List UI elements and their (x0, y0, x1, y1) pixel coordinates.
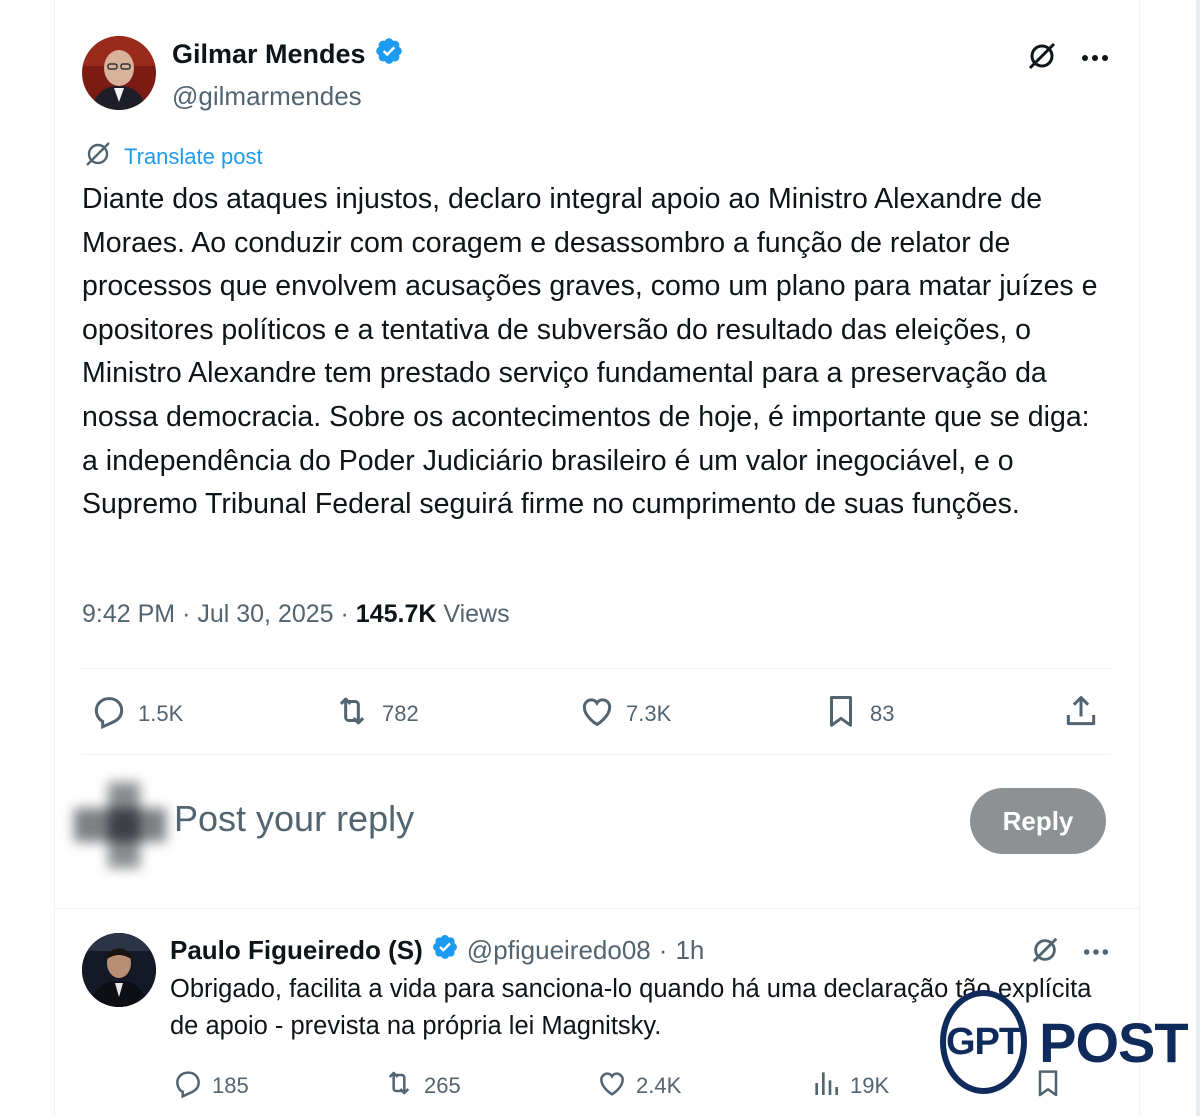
meta-separator: · (340, 600, 356, 628)
post-text: Diante dos ataques injustos, declaro int… (82, 183, 1098, 521)
more-options-icon[interactable] (1082, 944, 1110, 962)
meta-separator: · (182, 600, 198, 628)
views-count: 19K (850, 1073, 890, 1098)
reply-action[interactable]: 185 (172, 1067, 249, 1105)
bookmark-count: 83 (870, 701, 895, 726)
author-name[interactable]: Gilmar Mendes (172, 39, 366, 70)
divider (54, 908, 1140, 909)
grok-icon[interactable] (1026, 40, 1058, 77)
watermark-circle-icon: GPT (940, 990, 1028, 1094)
bookmark-action[interactable]: 83 (822, 692, 894, 736)
reply-author-name[interactable]: Paulo Figueiredo (S) (170, 935, 423, 966)
post-top-actions (1026, 40, 1110, 77)
views-action[interactable]: 19K (810, 1067, 889, 1105)
repost-count: 782 (382, 701, 419, 726)
author-handle[interactable]: @gilmarmendes (172, 81, 404, 112)
divider (82, 754, 1110, 755)
translate-label: Translate post (124, 144, 263, 169)
share-icon (1062, 692, 1100, 736)
repost-action[interactable]: 782 (332, 692, 419, 736)
avatar[interactable] (82, 933, 156, 1007)
heart-icon (578, 692, 616, 736)
reply-composer: Post your reply Reply (70, 780, 1110, 870)
translate-icon (84, 140, 112, 174)
more-options-icon[interactable] (1080, 50, 1110, 68)
reply-count: 1.5K (138, 701, 184, 726)
reply-button[interactable]: Reply (970, 788, 1106, 854)
reply-input[interactable]: Post your reply (174, 798, 414, 840)
post-action-bar: 1.5K 782 7.3K 83 (90, 692, 1110, 736)
analytics-icon (810, 1067, 842, 1105)
grok-icon[interactable] (1030, 935, 1060, 970)
watermark-post: POST (1039, 1010, 1188, 1074)
reply-post-header: Paulo Figueiredo (S) @pfigueiredo08 · 1h (170, 933, 704, 968)
reply-icon (90, 692, 128, 736)
scrollbar-track[interactable] (1196, 0, 1200, 1116)
repost-count: 265 (424, 1073, 461, 1098)
watermark-gpt: GPT (946, 1020, 1022, 1063)
like-action[interactable]: 7.3K (578, 692, 671, 736)
reply-top-actions (1030, 935, 1110, 970)
bookmark-icon (822, 692, 860, 736)
avatar[interactable] (82, 36, 156, 110)
post-date[interactable]: Jul 30, 2025 (197, 600, 333, 628)
reply-icon (172, 1067, 204, 1105)
heart-icon (596, 1067, 628, 1105)
reply-author-handle[interactable]: @pfigueiredo08 (467, 935, 651, 966)
like-count: 7.3K (626, 701, 672, 726)
like-action[interactable]: 2.4K (596, 1067, 681, 1105)
divider (82, 668, 1110, 669)
post-meta: 9:42 PM · Jul 30, 2025 · 145.7K Views (82, 600, 510, 629)
reply-time[interactable]: 1h (675, 935, 704, 966)
post-author: Gilmar Mendes @gilmarmendes (172, 36, 404, 112)
translate-post-link[interactable]: Translate post (84, 140, 263, 174)
share-action[interactable] (1062, 692, 1100, 736)
verified-badge-icon (431, 933, 459, 968)
like-count: 2.4K (636, 1073, 682, 1098)
reply-count: 185 (212, 1073, 249, 1098)
post-time[interactable]: 9:42 PM (82, 600, 175, 628)
avatar (70, 780, 170, 870)
views-count: 145.7K (355, 600, 437, 628)
repost-icon (332, 692, 372, 736)
gpt-post-watermark: GPT POST (940, 990, 1189, 1094)
repost-icon (382, 1067, 416, 1105)
views-label: Views (443, 600, 510, 628)
meta-separator: · (658, 935, 668, 965)
repost-action[interactable]: 265 (382, 1067, 461, 1105)
reply-action[interactable]: 1.5K (90, 692, 183, 736)
verified-badge-icon (374, 36, 404, 73)
